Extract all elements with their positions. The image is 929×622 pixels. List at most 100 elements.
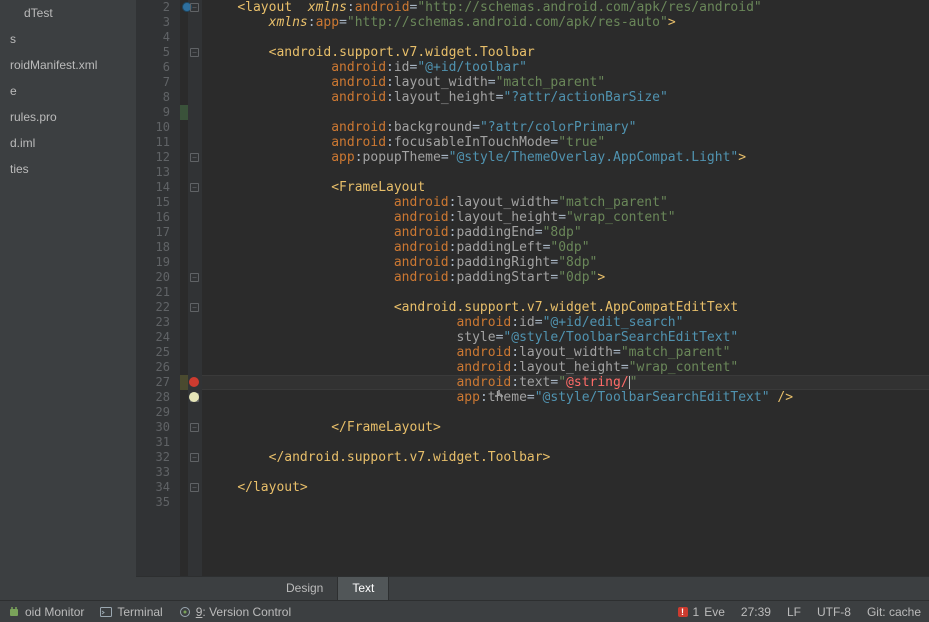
line-number[interactable]: 7 xyxy=(136,75,170,90)
fold-toggle-icon[interactable]: − xyxy=(190,3,199,12)
code-line[interactable]: style="@style/ToolbarSearchEditText" xyxy=(202,330,929,345)
code-line[interactable] xyxy=(202,285,929,300)
line-number[interactable]: 31 xyxy=(136,435,170,450)
project-tree-node[interactable]: dTest xyxy=(0,4,136,22)
line-number[interactable]: 25 xyxy=(136,345,170,360)
line-number[interactable]: 33 xyxy=(136,465,170,480)
code-line[interactable]: android:text="@string/" xyxy=(202,375,929,390)
code-line[interactable] xyxy=(202,465,929,480)
status-line-separator[interactable]: LF xyxy=(787,605,801,619)
line-number[interactable]: 2 xyxy=(136,0,170,15)
line-number-gutter[interactable]: 2345678910111213141516171819202122232425… xyxy=(136,0,180,576)
tool-window-version-control[interactable]: 9: Version Control xyxy=(179,605,291,619)
code-line[interactable]: </layout> xyxy=(202,480,929,495)
line-number[interactable]: 35 xyxy=(136,495,170,510)
project-tree-node[interactable]: s xyxy=(0,30,136,48)
tab-text[interactable]: Text xyxy=(338,577,389,600)
line-number[interactable]: 17 xyxy=(136,225,170,240)
code-line[interactable]: android:paddingStart="0dp"> xyxy=(202,270,929,285)
line-number[interactable]: 13 xyxy=(136,165,170,180)
project-tree-node[interactable]: roidManifest.xml xyxy=(0,56,136,74)
line-number[interactable]: 11 xyxy=(136,135,170,150)
project-tree-node[interactable]: d.iml xyxy=(0,134,136,152)
line-number[interactable]: 22 xyxy=(136,300,170,315)
line-number[interactable]: 23 xyxy=(136,315,170,330)
code-line[interactable]: android:layout_height="wrap_content" xyxy=(202,210,929,225)
code-line[interactable]: <android.support.v7.widget.Toolbar xyxy=(202,45,929,60)
code-line[interactable]: android:layout_width="match_parent" xyxy=(202,75,929,90)
line-number[interactable]: 4 xyxy=(136,30,170,45)
status-caret-position[interactable]: 27:39 xyxy=(741,605,771,619)
code-line[interactable]: android:layout_width="match_parent" xyxy=(202,195,929,210)
code-line[interactable]: <FrameLayout xyxy=(202,180,929,195)
line-number[interactable]: 24 xyxy=(136,330,170,345)
code-line[interactable]: android:paddingRight="8dp" xyxy=(202,255,929,270)
fold-toggle-icon[interactable]: − xyxy=(190,423,199,432)
code-line[interactable]: android:background="?attr/colorPrimary" xyxy=(202,120,929,135)
tool-window-android-monitor[interactable]: oid Monitor xyxy=(8,605,84,619)
code-line[interactable] xyxy=(202,495,929,510)
intention-bulb-icon[interactable] xyxy=(189,392,199,402)
code-line[interactable]: android:paddingEnd="8dp" xyxy=(202,225,929,240)
line-number[interactable]: 10 xyxy=(136,120,170,135)
tab-design[interactable]: Design xyxy=(272,577,338,600)
fold-toggle-icon[interactable]: − xyxy=(190,183,199,192)
code-line[interactable] xyxy=(202,405,929,420)
project-tree-node[interactable]: ties xyxy=(0,160,136,178)
code-line[interactable]: android:focusableInTouchMode="true" xyxy=(202,135,929,150)
line-number[interactable]: 20 xyxy=(136,270,170,285)
line-number[interactable]: 9 xyxy=(136,105,170,120)
code-line[interactable]: </FrameLayout> xyxy=(202,420,929,435)
fold-toggle-icon[interactable]: − xyxy=(190,273,199,282)
project-tree-sidebar[interactable]: dTest s roidManifest.xml e rules.pro d.iml tie… xyxy=(0,0,136,600)
line-number[interactable]: 26 xyxy=(136,360,170,375)
line-number[interactable]: 12 xyxy=(136,150,170,165)
fold-toggle-icon[interactable]: − xyxy=(190,453,199,462)
code-line[interactable] xyxy=(202,30,929,45)
fold-toggle-icon[interactable]: − xyxy=(190,303,199,312)
code-text-area[interactable]: <layout xmlns:android="http://schemas.an… xyxy=(202,0,929,576)
line-number[interactable]: 8 xyxy=(136,90,170,105)
fold-toggle-icon[interactable]: − xyxy=(190,153,199,162)
code-line[interactable] xyxy=(202,105,929,120)
line-number[interactable]: 29 xyxy=(136,405,170,420)
status-git-branch[interactable]: Git: cache xyxy=(867,605,921,619)
line-number[interactable]: 34 xyxy=(136,480,170,495)
fold-toggle-icon[interactable]: − xyxy=(190,48,199,57)
code-line[interactable]: xmlns:app="http://schemas.android.com/ap… xyxy=(202,15,929,30)
line-number[interactable]: 28 xyxy=(136,390,170,405)
line-number[interactable]: 27 xyxy=(136,375,170,390)
code-line[interactable]: <layout xmlns:android="http://schemas.an… xyxy=(202,0,929,15)
status-error-indicator[interactable]: ! 1 Eve xyxy=(678,605,725,619)
code-line[interactable] xyxy=(202,435,929,450)
fold-toggle-icon[interactable]: − xyxy=(190,483,199,492)
line-number[interactable]: 32 xyxy=(136,450,170,465)
code-line[interactable]: android:paddingLeft="0dp" xyxy=(202,240,929,255)
line-number[interactable]: 14 xyxy=(136,180,170,195)
line-number[interactable]: 6 xyxy=(136,60,170,75)
line-number[interactable]: 21 xyxy=(136,285,170,300)
code-line[interactable] xyxy=(202,165,929,180)
line-number[interactable]: 30 xyxy=(136,420,170,435)
code-line[interactable]: android:id="@+id/edit_search" xyxy=(202,315,929,330)
project-tree-node[interactable]: rules.pro xyxy=(0,108,136,126)
code-line[interactable]: android:layout_width="match_parent" xyxy=(202,345,929,360)
line-number[interactable]: 15 xyxy=(136,195,170,210)
fold-gutter[interactable]: −−−−−−−−−− xyxy=(188,0,202,576)
line-number[interactable]: 3 xyxy=(136,15,170,30)
code-line[interactable]: app:popupTheme="@style/ThemeOverlay.AppC… xyxy=(202,150,929,165)
code-line[interactable]: <android.support.v7.widget.AppCompatEdit… xyxy=(202,300,929,315)
code-line[interactable]: app:theme="@style/ToolbarSearchEditText"… xyxy=(202,390,929,405)
line-number[interactable]: 19 xyxy=(136,255,170,270)
code-line[interactable]: android:id="@+id/toolbar" xyxy=(202,60,929,75)
code-line[interactable]: android:layout_height="wrap_content" xyxy=(202,360,929,375)
code-line[interactable]: </android.support.v7.widget.Toolbar> xyxy=(202,450,929,465)
tool-window-terminal[interactable]: Terminal xyxy=(100,605,162,619)
error-gutter-icon[interactable] xyxy=(189,377,199,387)
code-line[interactable]: android:layout_height="?attr/actionBarSi… xyxy=(202,90,929,105)
line-number[interactable]: 5 xyxy=(136,45,170,60)
status-encoding[interactable]: UTF-8 xyxy=(817,605,851,619)
line-number[interactable]: 16 xyxy=(136,210,170,225)
line-number[interactable]: 18 xyxy=(136,240,170,255)
project-tree-node[interactable]: e xyxy=(0,82,136,100)
